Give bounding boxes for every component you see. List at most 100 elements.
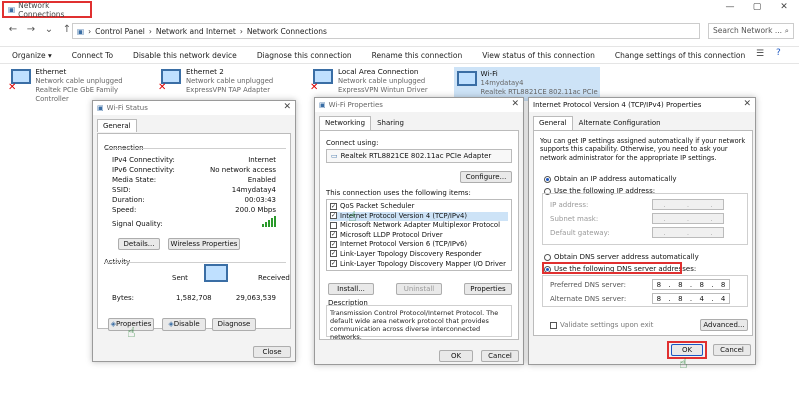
checkbox[interactable]: ✓ <box>330 240 337 248</box>
signal-bars-icon <box>262 216 276 227</box>
advanced-button[interactable]: Advanced... <box>700 319 748 331</box>
tab-strip: General Alternate Configuration <box>529 112 755 130</box>
tab-general[interactable]: General <box>533 116 573 130</box>
change-settings-button[interactable]: Change settings of this connection <box>615 51 745 60</box>
dialog-close-icon[interactable]: ✕ <box>511 99 519 109</box>
description-text: Transmission Control Protocol/Internet P… <box>330 309 499 341</box>
breadcrumb-control-panel[interactable]: Control Panel <box>95 27 145 36</box>
wifi-adapter-icon <box>456 71 477 93</box>
highlight-box <box>542 262 682 274</box>
cancel-button[interactable]: Cancel <box>481 350 519 362</box>
received-label: Received <box>258 274 290 282</box>
connection-ethernet[interactable]: ✕ Ethernet Network cable unplugged Realtek… <box>8 67 150 103</box>
uninstall-button[interactable]: Uninstall <box>396 283 442 295</box>
connection-wifi[interactable]: Wi-Fi 14mydatay4 Realtek RTL8821CE 802.11a… <box>454 67 600 105</box>
validate-checkbox[interactable]: Validate settings upon exit <box>550 321 653 329</box>
status-label: Speed: <box>112 206 137 214</box>
checkbox[interactable]: ✓ <box>330 260 337 268</box>
tab-networking[interactable]: Networking <box>319 116 372 130</box>
view-status-button[interactable]: View status of this connection <box>482 51 595 60</box>
rename-button[interactable]: Rename this connection <box>372 51 463 60</box>
alternate-dns-input[interactable]: 8.8.4.4 <box>652 293 730 304</box>
pointer-hand-icon: ☝ <box>127 325 136 341</box>
back-arrow-icon[interactable]: ← <box>6 24 20 35</box>
list-item[interactable]: ✓ Internet Protocol Version 6 (TCP/IPv6) <box>330 240 508 250</box>
preferred-dns-input[interactable]: 8.8.8.8 <box>652 279 730 290</box>
list-item[interactable]: ✓ QoS Packet Scheduler <box>330 202 508 212</box>
subnet-mask-input[interactable]: ... <box>652 213 724 224</box>
radio-button[interactable] <box>544 253 551 261</box>
tab-alternate-configuration[interactable]: Alternate Configuration <box>573 116 667 130</box>
maximize-button[interactable]: ▢ <box>749 2 765 12</box>
cancel-button[interactable]: Cancel <box>713 344 751 356</box>
general-panel: Connection IPv4 Connectivity: Internet I… <box>97 133 291 331</box>
item-properties-button[interactable]: Properties <box>464 283 512 295</box>
organize-menu[interactable]: Organize ▾ <box>12 51 52 60</box>
install-button[interactable]: Install... <box>328 283 374 295</box>
status-value: 200.0 Mbps <box>235 206 276 214</box>
checkbox[interactable]: ✓ <box>330 202 337 210</box>
list-item[interactable]: ✓ Internet Protocol Version 4 (TCP/IPv4) <box>330 211 508 222</box>
network-adapter-icon: ✕ <box>310 69 334 93</box>
pointer-hand-icon: ☝ <box>348 209 357 225</box>
help-icon[interactable]: ? <box>776 48 781 58</box>
status-value: 00:03:43 <box>244 196 276 204</box>
recent-chevron-icon[interactable]: ⌄ <box>42 24 56 35</box>
bytes-sent: 1,582,708 <box>176 294 212 302</box>
dialog-title-bar: Internet Protocol Version 4 (TCP/IPv4) P… <box>529 98 755 112</box>
tab-strip: General <box>93 115 295 132</box>
status-value: No network access <box>210 166 276 174</box>
ok-button[interactable]: OK <box>439 350 473 362</box>
tab-strip: Networking Sharing <box>315 112 523 130</box>
status-label: SSID: <box>112 186 131 194</box>
bytes-label: Bytes: <box>112 294 135 302</box>
details-button[interactable]: Details... <box>118 238 160 250</box>
default-gateway-input[interactable]: ... <box>652 227 724 238</box>
nav-buttons: ← → ⌄ ↑ <box>6 24 74 35</box>
list-item[interactable]: Microsoft Network Adapter Multiplexor Pr… <box>330 221 508 231</box>
wifi-properties-dialog: ▣ Wi-Fi Properties ✕ Networking Sharing … <box>314 97 524 365</box>
list-item[interactable]: ✓ Link-Layer Topology Discovery Mapper I/… <box>330 260 508 270</box>
connection-local-area[interactable]: ✕ Local Area Connection Network cable unp… <box>310 67 452 101</box>
obtain-ip-radio[interactable]: Obtain an IP address automatically <box>544 175 677 183</box>
checkbox[interactable] <box>550 321 557 329</box>
minimize-button[interactable]: — <box>722 2 738 12</box>
ip-address-input[interactable]: ... <box>652 199 724 210</box>
checkbox[interactable]: ✓ <box>330 250 337 258</box>
obtain-dns-radio[interactable]: Obtain DNS server address automatically <box>544 253 699 261</box>
connection-ethernet-2[interactable]: ✕ Ethernet 2 Network cable unplugged Expre… <box>158 67 300 101</box>
breadcrumb-network-connections[interactable]: Network Connections <box>247 27 327 36</box>
ok-button[interactable]: OK <box>671 344 703 356</box>
status-value: 14mydatay4 <box>231 186 276 194</box>
checkbox[interactable] <box>330 221 337 229</box>
tab-sharing[interactable]: Sharing <box>371 116 410 130</box>
tab-general[interactable]: General <box>97 119 137 132</box>
status-value: Enabled <box>247 176 276 184</box>
diagnose-button[interactable]: Diagnose this connection <box>257 51 352 60</box>
intro-text: You can get IP settings assigned automat… <box>540 137 746 162</box>
diagnose-button[interactable]: Diagnose <box>212 318 256 331</box>
dialog-close-icon[interactable]: ✕ <box>283 102 291 112</box>
forward-arrow-icon[interactable]: → <box>24 24 38 35</box>
close-dialog-button[interactable]: Close <box>253 346 291 358</box>
checkbox[interactable]: ✓ <box>330 231 337 239</box>
wifi-icon: ▣ <box>97 104 104 112</box>
connect-to-button[interactable]: Connect To <box>72 51 113 60</box>
list-item[interactable]: ✓ Link-Layer Topology Discovery Responder <box>330 250 508 260</box>
disable-device-button[interactable]: Disable this network device <box>133 51 237 60</box>
list-item[interactable]: ✓ Microsoft LLDP Protocol Driver <box>330 231 508 241</box>
checkbox[interactable]: ✓ <box>330 212 337 220</box>
command-bar: Organize ▾ Connect To Disable this netwo… <box>0 46 799 64</box>
wireless-properties-button[interactable]: Wireless Properties <box>168 238 240 250</box>
dialog-close-icon[interactable]: ✕ <box>743 99 751 109</box>
search-input[interactable]: Search Network ... ⌕ <box>708 23 794 39</box>
disable-button[interactable]: ◈Disable <box>162 318 206 331</box>
view-options-icon[interactable]: ☰ <box>756 49 764 59</box>
breadcrumb-network-internet[interactable]: Network and Internet <box>156 27 236 36</box>
configure-button[interactable]: Configure... <box>460 171 512 183</box>
adapter-field: ▭ Realtek RTL8821CE 802.11ac PCIe Adapte… <box>326 149 512 163</box>
preferred-dns-label: Preferred DNS server: <box>550 281 627 289</box>
close-button[interactable]: ✕ <box>776 2 792 12</box>
radio-button[interactable] <box>544 175 551 183</box>
address-bar[interactable]: ▣ › Control Panel › Network and Internet… <box>72 23 700 39</box>
